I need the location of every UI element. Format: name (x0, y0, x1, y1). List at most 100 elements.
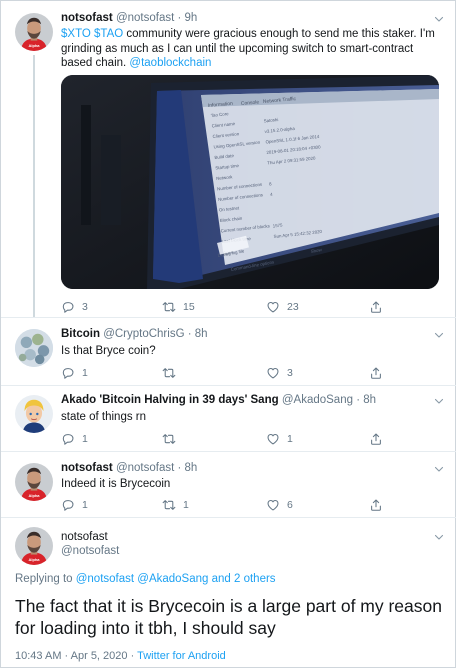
tweet-akadosang[interactable]: Akado 'Bitcoin Halving in 39 days' Sang … (1, 393, 456, 451)
tweet-photo[interactable]: Information Console Network Traffic Tao … (61, 75, 439, 289)
chevron-down-icon[interactable] (433, 531, 445, 546)
retweet-icon (162, 432, 176, 446)
tweet-cryptochrisg[interactable]: Bitcoin @CryptoChrisG · 8h Is that Bryce… (1, 327, 456, 385)
like-button[interactable]: 6 (266, 498, 293, 512)
main-tweet-name[interactable]: notsofast (61, 530, 108, 544)
like-icon (266, 432, 280, 446)
divider (1, 317, 456, 318)
avatar-image (15, 395, 53, 433)
cashtags-link[interactable]: $XTO $TAO (61, 28, 123, 40)
like-icon (266, 366, 280, 380)
divider (1, 385, 456, 386)
retweet-button[interactable] (162, 366, 183, 380)
timestamp[interactable]: · 8h (356, 394, 376, 406)
like-count: 3 (287, 367, 293, 379)
share-icon (369, 300, 383, 314)
timestamp[interactable]: · 9h (178, 12, 198, 24)
display-name[interactable]: Akado 'Bitcoin Halving in 39 days' Sang (61, 394, 279, 406)
reply-button[interactable]: 3 (61, 300, 88, 314)
reply-count: 1 (82, 499, 88, 511)
replying-to-link[interactable]: @notsofast @AkadoSang and 2 others (76, 573, 276, 585)
like-count: 6 (287, 499, 293, 511)
like-icon (266, 300, 280, 314)
like-button[interactable]: 3 (266, 366, 293, 380)
main-tweet-text: The fact that it is Brycecoin is a large… (15, 596, 442, 638)
retweet-count: 1 (183, 499, 189, 511)
retweet-button[interactable] (162, 432, 183, 446)
avatar-image (15, 329, 53, 367)
replying-to: Replying to @notsofast @AkadoSang and 2 … (15, 573, 276, 585)
divider (1, 451, 456, 452)
tweet-actions: 1 1 (59, 432, 449, 448)
share-icon (369, 366, 383, 380)
chevron-down-icon[interactable] (433, 329, 445, 344)
share-icon (369, 498, 383, 512)
tweet-text: $XTO $TAO community were gracious enough… (61, 27, 443, 71)
thread-line (33, 55, 35, 317)
reply-count: 1 (82, 433, 88, 445)
tweet-actions: 1 1 6 (59, 498, 449, 514)
source-link[interactable]: Twitter for Android (137, 650, 226, 662)
reply-button[interactable]: 1 (61, 432, 88, 446)
tweet-header: notsofast @notsofast · 9h (61, 11, 197, 25)
retweet-button[interactable]: 15 (162, 300, 195, 314)
avatar[interactable] (15, 13, 53, 51)
retweet-count: 15 (183, 301, 195, 313)
display-name[interactable]: Bitcoin (61, 328, 100, 340)
mention-link[interactable]: @taoblockchain (129, 57, 211, 69)
staker-screen-photo: Information Console Network Traffic Tao … (61, 75, 439, 289)
main-tweet: notsofast @notsofast Replying to @notsof… (1, 525, 456, 668)
like-button[interactable]: 23 (266, 300, 299, 314)
reply-icon (61, 498, 75, 512)
share-button[interactable] (369, 366, 383, 380)
avatar[interactable] (15, 329, 53, 367)
retweet-icon (162, 498, 176, 512)
tweet-actions: 1 3 (59, 366, 449, 382)
reply-icon (61, 300, 75, 314)
user-handle[interactable]: @notsofast (116, 462, 174, 474)
reply-button[interactable]: 1 (61, 366, 88, 380)
display-name[interactable]: notsofast (61, 12, 113, 24)
main-tweet-timestamp[interactable]: 10:43 AM · Apr 5, 2020 · (15, 650, 137, 662)
tweet-header: Akado 'Bitcoin Halving in 39 days' Sang … (61, 393, 376, 407)
tweet-text: Indeed it is Brycecoin (61, 478, 171, 490)
retweet-button[interactable]: 1 (162, 498, 189, 512)
reply-icon (61, 432, 75, 446)
tweet-header: Bitcoin @CryptoChrisG · 8h (61, 327, 208, 341)
like-icon (266, 498, 280, 512)
tweet-text: state of things rn (61, 411, 147, 423)
user-handle[interactable]: @CryptoChrisG (103, 328, 184, 340)
chevron-down-icon[interactable] (433, 13, 445, 28)
main-tweet-meta: 10:43 AM · Apr 5, 2020 · Twitter for And… (15, 650, 226, 662)
like-count: 1 (287, 433, 293, 445)
avatar-image (15, 463, 53, 501)
reply-icon (61, 366, 75, 380)
avatar[interactable] (15, 527, 53, 565)
reply-button[interactable]: 1 (61, 498, 88, 512)
tweet-notsofast-brycecoin[interactable]: notsofast @notsofast · 8h Indeed it is B… (1, 461, 456, 517)
display-name[interactable]: notsofast (61, 462, 113, 474)
chevron-down-icon[interactable] (433, 395, 445, 410)
reply-count: 1 (82, 367, 88, 379)
avatar-image (15, 527, 53, 565)
user-handle[interactable]: @notsofast (116, 12, 174, 24)
main-tweet-handle[interactable]: @notsofast (61, 544, 119, 558)
share-button[interactable] (369, 432, 383, 446)
tweet-notsofast-staker[interactable]: notsofast @notsofast · 9h $XTO $TAO comm… (1, 11, 456, 317)
avatar[interactable] (15, 395, 53, 433)
share-button[interactable] (369, 498, 383, 512)
chevron-down-icon[interactable] (433, 463, 445, 478)
like-button[interactable]: 1 (266, 432, 293, 446)
tweet-actions: 3 15 23 (59, 300, 449, 316)
thread-container: notsofast @notsofast · 9h $XTO $TAO comm… (0, 0, 456, 668)
timestamp[interactable]: · 8h (188, 328, 208, 340)
share-button[interactable] (369, 300, 383, 314)
tweet-text: Is that Bryce coin? (61, 345, 156, 357)
reply-count: 3 (82, 301, 88, 313)
like-count: 23 (287, 301, 299, 313)
timestamp[interactable]: · 8h (178, 462, 198, 474)
avatar[interactable] (15, 463, 53, 501)
retweet-icon (162, 300, 176, 314)
tweet-header: notsofast @notsofast · 8h (61, 461, 197, 475)
user-handle[interactable]: @AkadoSang (282, 394, 353, 406)
